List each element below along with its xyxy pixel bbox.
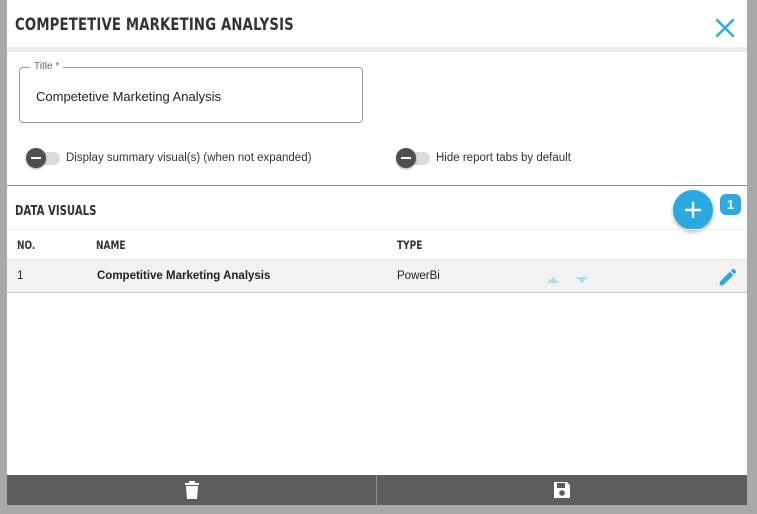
trash-icon	[184, 481, 199, 499]
table-row: 1 Competitive Marketing Analysis PowerBi	[7, 259, 747, 293]
move-down-button[interactable]	[575, 272, 589, 283]
add-visual-button[interactable]	[673, 190, 713, 230]
title-input[interactable]: Competetive Marketing Analysis	[36, 89, 221, 104]
summary-visual-toggle[interactable]	[26, 148, 62, 168]
row-type: PowerBi	[397, 270, 440, 282]
dialog-header: COMPETETIVE MARKETING ANALYSIS	[7, 0, 747, 52]
column-header-no: NO.	[17, 238, 36, 252]
hide-report-tabs-toggle[interactable]	[396, 148, 432, 168]
title-field-label: Title *	[30, 61, 64, 73]
row-name: Competitive Marketing Analysis	[97, 270, 271, 282]
edit-report-dialog: COMPETETIVE MARKETING ANALYSIS Title * C…	[7, 0, 747, 505]
toggle-knob	[26, 148, 46, 168]
arrow-up-icon	[547, 277, 559, 283]
dialog-title: COMPETETIVE MARKETING ANALYSIS	[15, 15, 294, 35]
visuals-table-header: NO. NAME TYPE	[7, 229, 747, 259]
title-field[interactable]: Title * Competetive Marketing Analysis	[19, 61, 363, 123]
save-button[interactable]	[377, 475, 747, 505]
summary-visual-toggle-row[interactable]: Display summary visual(s) (when not expa…	[26, 148, 311, 168]
section-divider	[7, 185, 747, 186]
toggle-knob	[396, 148, 416, 168]
summary-visual-toggle-label: Display summary visual(s) (when not expa…	[66, 152, 312, 164]
hide-report-tabs-toggle-row[interactable]: Hide report tabs by default	[396, 148, 571, 168]
row-number: 1	[17, 270, 24, 282]
column-header-name: NAME	[96, 238, 126, 252]
delete-button[interactable]	[7, 475, 377, 505]
move-up-button[interactable]	[546, 272, 560, 283]
data-visuals-heading: DATA VISUALS	[15, 204, 97, 219]
floppy-disk-icon	[554, 482, 570, 498]
visual-count-badge: 1	[720, 194, 741, 215]
close-button[interactable]	[714, 17, 736, 39]
arrow-down-icon	[576, 277, 588, 283]
hide-report-tabs-toggle-label: Hide report tabs by default	[436, 152, 571, 164]
close-icon	[715, 18, 735, 38]
required-mark: *	[55, 61, 60, 72]
dialog-footer	[7, 475, 747, 505]
edit-visual-button[interactable]	[717, 266, 739, 288]
pencil-icon	[719, 268, 737, 286]
plus-icon	[684, 201, 702, 219]
column-header-type: TYPE	[397, 238, 423, 252]
